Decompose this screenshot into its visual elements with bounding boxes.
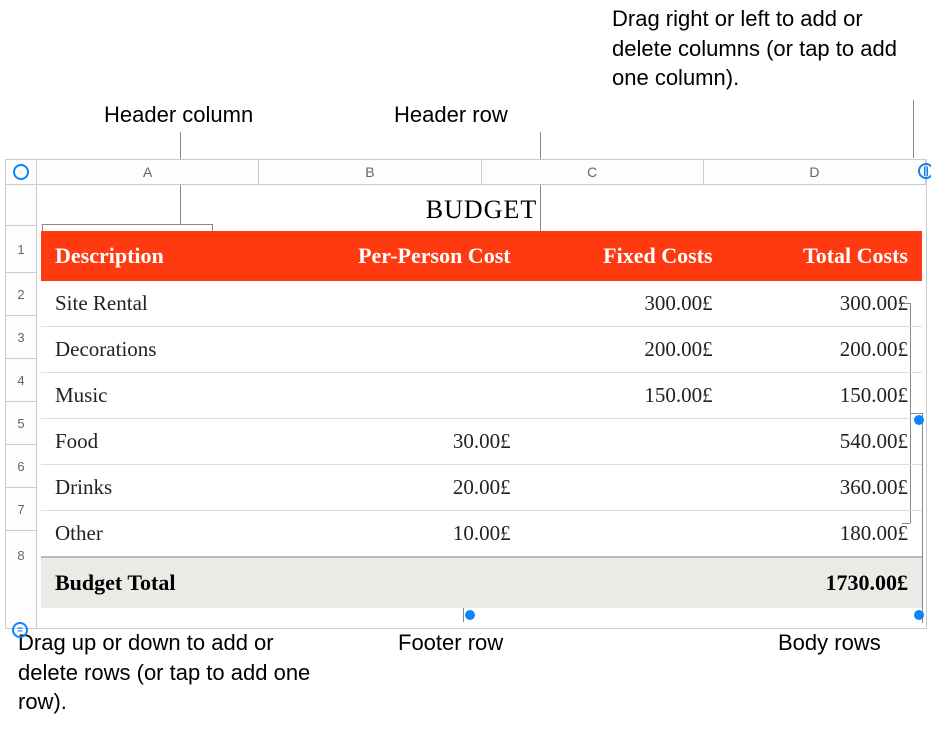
footer-label[interactable]: Budget Total: [41, 557, 259, 608]
callout-footer-row: Footer row: [398, 628, 503, 658]
cell-fixed[interactable]: 200.00£: [525, 327, 727, 373]
row-header-spacer: [6, 185, 36, 226]
budget-table: Description Per-Person Cost Fixed Costs …: [41, 231, 922, 608]
cell-desc[interactable]: Decorations: [41, 327, 259, 373]
cell-pp[interactable]: 20.00£: [259, 465, 524, 511]
table-row[interactable]: Food 30.00£ 540.00£: [41, 419, 922, 465]
cell-desc[interactable]: Site Rental: [41, 281, 259, 327]
callout-body-rows: Body rows: [778, 628, 881, 658]
add-rows-handle[interactable]: =: [12, 622, 28, 638]
row-header-1[interactable]: 1: [6, 226, 36, 273]
cell-total[interactable]: 300.00£: [727, 281, 922, 327]
row-header-5[interactable]: 5: [6, 402, 36, 445]
row-header-8[interactable]: 8: [6, 531, 36, 579]
cell-pp[interactable]: [259, 281, 524, 327]
table-area[interactable]: BUDGET Description Per-Person Cost Fixed…: [37, 185, 926, 628]
table-row[interactable]: Site Rental 300.00£ 300.00£: [41, 281, 922, 327]
th-total[interactable]: Total Costs: [727, 231, 922, 281]
table-row[interactable]: Decorations 200.00£ 200.00£: [41, 327, 922, 373]
body-rows: Site Rental 300.00£ 300.00£ Decorations …: [41, 281, 922, 557]
table-corner[interactable]: [6, 160, 37, 184]
column-header-bar: A B C D ||: [6, 160, 926, 185]
footer-row[interactable]: Budget Total 1730.00£: [41, 557, 922, 608]
cell-pp[interactable]: 30.00£: [259, 419, 524, 465]
cell-total[interactable]: 180.00£: [727, 511, 922, 558]
row-header-bar: 1 2 3 4 5 6 7 8: [6, 185, 37, 628]
cell-pp[interactable]: [259, 327, 524, 373]
selection-handle-icon[interactable]: [465, 610, 475, 620]
row-header-7[interactable]: 7: [6, 488, 36, 531]
cell-total[interactable]: 150.00£: [727, 373, 922, 419]
cell-desc[interactable]: Food: [41, 419, 259, 465]
add-columns-handle[interactable]: ||: [918, 163, 931, 179]
cell-total[interactable]: 360.00£: [727, 465, 922, 511]
cell-desc[interactable]: Drinks: [41, 465, 259, 511]
cell-fixed[interactable]: [525, 465, 727, 511]
column-header-a[interactable]: A: [37, 160, 259, 184]
header-row[interactable]: Description Per-Person Cost Fixed Costs …: [41, 231, 922, 281]
cell-desc[interactable]: Music: [41, 373, 259, 419]
selection-handle-icon[interactable]: [914, 610, 924, 620]
table-row[interactable]: Other 10.00£ 180.00£: [41, 511, 922, 558]
callout-header-row: Header row: [394, 100, 508, 130]
table-title: BUDGET: [37, 195, 926, 225]
add-rows-icon: =: [17, 625, 23, 636]
table-row[interactable]: Drinks 20.00£ 360.00£: [41, 465, 922, 511]
cell-fixed[interactable]: 300.00£: [525, 281, 727, 327]
column-header-c[interactable]: C: [482, 160, 704, 184]
footer-empty[interactable]: [259, 557, 524, 608]
callout-add-columns: Drag right or left to add or delete colu…: [612, 4, 922, 93]
callout-header-column: Header column: [104, 100, 253, 130]
row-header-4[interactable]: 4: [6, 359, 36, 402]
row-header-6[interactable]: 6: [6, 445, 36, 488]
footer-empty[interactable]: [525, 557, 727, 608]
select-all-handle-icon: [13, 164, 29, 180]
column-header-b[interactable]: B: [259, 160, 481, 184]
table-row[interactable]: Music 150.00£ 150.00£: [41, 373, 922, 419]
cell-fixed[interactable]: [525, 419, 727, 465]
selection-handle-icon[interactable]: [914, 415, 924, 425]
callout-add-rows: Drag up or down to add or delete rows (o…: [18, 628, 318, 717]
cell-desc[interactable]: Other: [41, 511, 259, 558]
row-header-2[interactable]: 2: [6, 273, 36, 316]
callout-leader: [913, 100, 914, 158]
th-per-person[interactable]: Per-Person Cost: [259, 231, 524, 281]
spreadsheet-frame: A B C D || 1 2 3 4 5 6 7 8 BUDGET: [5, 159, 927, 629]
row-header-3[interactable]: 3: [6, 316, 36, 359]
cell-pp[interactable]: [259, 373, 524, 419]
column-header-d[interactable]: D: [704, 160, 926, 184]
cell-total[interactable]: 540.00£: [727, 419, 922, 465]
cell-pp[interactable]: 10.00£: [259, 511, 524, 558]
add-columns-icon: ||: [923, 166, 929, 177]
footer-value[interactable]: 1730.00£: [727, 557, 922, 608]
cell-total[interactable]: 200.00£: [727, 327, 922, 373]
cell-fixed[interactable]: [525, 511, 727, 558]
th-description[interactable]: Description: [41, 231, 259, 281]
cell-fixed[interactable]: 150.00£: [525, 373, 727, 419]
th-fixed[interactable]: Fixed Costs: [525, 231, 727, 281]
